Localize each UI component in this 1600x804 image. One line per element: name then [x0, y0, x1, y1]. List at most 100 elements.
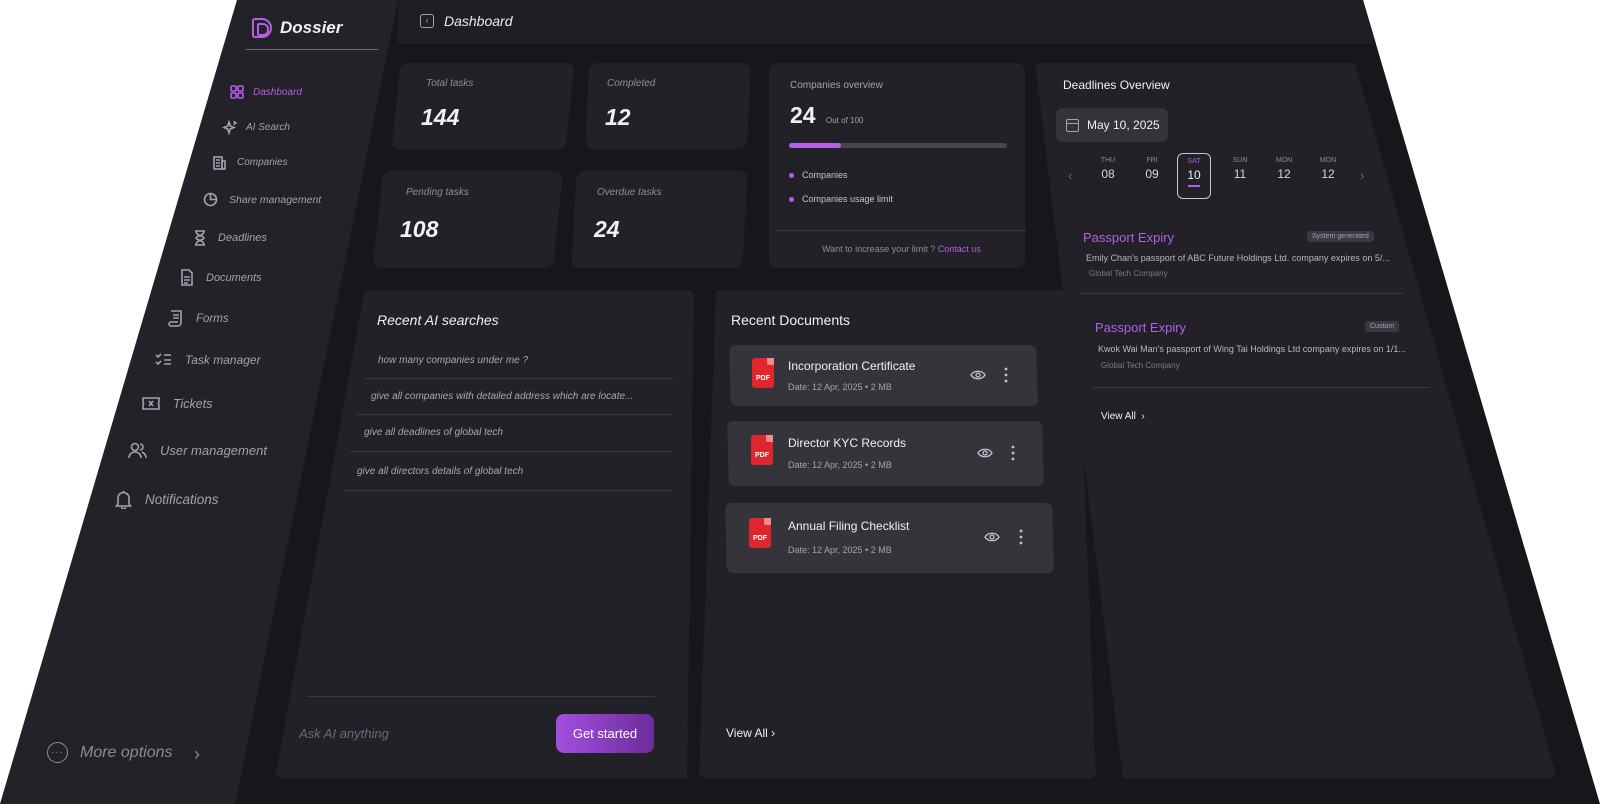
ai-search-item[interactable]: give all directors details of global tec…	[357, 466, 523, 477]
pdf-icon: PDF	[751, 435, 773, 465]
sidebar-item-tickets[interactable]: Tickets	[142, 396, 212, 411]
pie-chart-icon	[203, 192, 218, 207]
companies-overview-title: Companies overview	[790, 80, 883, 91]
scroll-icon	[168, 310, 183, 327]
ai-search-item[interactable]: give all companies with detailed address…	[371, 391, 633, 402]
sidebar-item-dashboard[interactable]: Dashboard	[230, 85, 302, 99]
divider	[1092, 387, 1430, 388]
selected-date: May 10, 2025	[1087, 118, 1160, 132]
sidebar-item-label: Tickets	[173, 396, 213, 411]
sidebar-item-notifications[interactable]: Notifications	[115, 490, 219, 509]
sidebar-item-share-management[interactable]: Share management	[203, 192, 321, 207]
pending-tasks-label: Pending tasks	[406, 187, 469, 198]
day-sat-selected[interactable]: SAT 10	[1177, 153, 1211, 199]
day-mon[interactable]: MON 12	[1313, 157, 1343, 181]
more-vertical-icon[interactable]	[1011, 445, 1015, 461]
ai-search-item[interactable]: how many companies under me ?	[378, 355, 528, 366]
overdue-tasks-label: Overdue tasks	[597, 187, 662, 198]
contact-us-link[interactable]: Contact us	[938, 244, 981, 254]
building-icon	[212, 155, 227, 170]
sidebar-item-label: User management	[160, 443, 267, 458]
ai-search-item[interactable]: give all deadlines of global tech	[364, 427, 503, 438]
view-icon[interactable]	[984, 531, 1000, 543]
sidebar-item-label: Task manager	[185, 352, 261, 367]
overdue-tasks-value: 24	[594, 216, 620, 242]
day-mon[interactable]: MON 12	[1269, 157, 1299, 181]
chevron-right-icon[interactable]: ›	[1360, 168, 1364, 183]
logo-divider	[246, 49, 378, 50]
document-icon	[180, 269, 194, 286]
recent-documents-title: Recent Documents	[731, 312, 851, 328]
document-row[interactable]	[725, 503, 1054, 573]
legend-label: Companies usage limit	[802, 194, 894, 204]
sidebar-item-user-management[interactable]: User management	[128, 442, 267, 459]
view-icon[interactable]	[970, 369, 986, 381]
more-vertical-icon[interactable]	[1019, 529, 1023, 545]
sidebar-item-companies[interactable]: Companies	[212, 155, 288, 170]
date-picker[interactable]: May 10, 2025	[1056, 108, 1168, 142]
ticket-icon	[142, 396, 160, 411]
legend-companies: Companies	[789, 170, 848, 180]
more-icon: ···	[47, 742, 68, 763]
sidebar-item-label: Forms	[196, 312, 229, 325]
document-row[interactable]	[729, 345, 1038, 406]
deadline-description: Emily Chan's passport of ABC Future Hold…	[1086, 253, 1390, 263]
sidebar-item-label: Deadlines	[218, 232, 267, 244]
day-sun[interactable]: SUN 11	[1225, 157, 1255, 181]
chevron-right-icon: ›	[1141, 411, 1145, 422]
deadline-badge: System generated	[1307, 231, 1374, 242]
documents-view-all-link[interactable]: View All ›	[726, 726, 775, 740]
pdf-icon: PDF	[749, 518, 771, 548]
deadline-title[interactable]: Passport Expiry	[1095, 320, 1186, 335]
hourglass-icon	[193, 230, 207, 246]
chevron-right-icon[interactable]: ›	[194, 744, 200, 765]
limit-footer: Want to increase your limit ? Contact us	[822, 244, 981, 254]
checklist-icon	[155, 352, 172, 367]
pending-tasks-value: 108	[400, 216, 439, 242]
bell-icon	[115, 490, 132, 509]
sidebar-item-deadlines[interactable]: Deadlines	[193, 230, 267, 246]
get-started-button[interactable]: Get started	[556, 714, 654, 753]
sidebar-item-documents[interactable]: Documents	[180, 269, 262, 286]
pdf-icon: PDF	[752, 358, 774, 388]
day-fri[interactable]: FRI 09	[1137, 157, 1167, 181]
view-icon[interactable]	[977, 447, 993, 459]
document-row[interactable]	[727, 421, 1044, 486]
logo[interactable]: Dossier	[252, 18, 342, 38]
deadline-description: Kwok Wai Man's passport of Wing Tai Hold…	[1098, 344, 1406, 354]
collapse-sidebar-icon[interactable]: ‹	[420, 14, 434, 28]
sidebar-item-ai-search[interactable]: AI Search	[222, 120, 290, 135]
total-tasks-card	[391, 63, 575, 149]
day-thu[interactable]: THU 08	[1093, 157, 1123, 181]
divider	[344, 490, 672, 491]
top-bar	[398, 0, 1398, 44]
companies-progress-bar	[789, 143, 1007, 148]
more-options-button[interactable]: ··· More options	[47, 742, 173, 763]
more-vertical-icon[interactable]	[1004, 367, 1008, 383]
users-icon	[128, 442, 147, 459]
document-meta: Date: 12 Apr, 2025 • 2 MB	[788, 382, 892, 392]
sidebar-item-task-manager[interactable]: Task manager	[155, 352, 261, 367]
document-name: Incorporation Certificate	[788, 359, 916, 373]
sidebar-item-label: Documents	[206, 271, 262, 284]
document-name: Annual Filing Checklist	[788, 519, 910, 533]
deadlines-view-all-link[interactable]: View All ›	[1101, 411, 1145, 422]
logo-icon	[252, 18, 272, 38]
legend-label: Companies	[802, 170, 848, 180]
chevron-left-icon[interactable]: ‹	[1068, 168, 1072, 183]
ask-ai-input[interactable]: Ask AI anything	[299, 726, 389, 741]
legend-dot	[789, 196, 794, 202]
divider	[1080, 293, 1403, 294]
deadline-company: Global Tech Company	[1089, 269, 1168, 278]
deadline-title[interactable]: Passport Expiry	[1083, 230, 1174, 245]
divider	[357, 414, 673, 415]
sidebar-item-label: Companies	[237, 157, 288, 168]
total-tasks-label: Total tasks	[426, 78, 474, 89]
sidebar-item-forms[interactable]: Forms	[168, 310, 229, 327]
calendar-icon	[1066, 118, 1079, 132]
companies-overview-card	[769, 63, 1025, 268]
divider	[350, 451, 672, 452]
completed-label: Completed	[607, 78, 656, 89]
sparkle-icon	[222, 120, 237, 135]
more-options-label: More options	[80, 743, 173, 761]
